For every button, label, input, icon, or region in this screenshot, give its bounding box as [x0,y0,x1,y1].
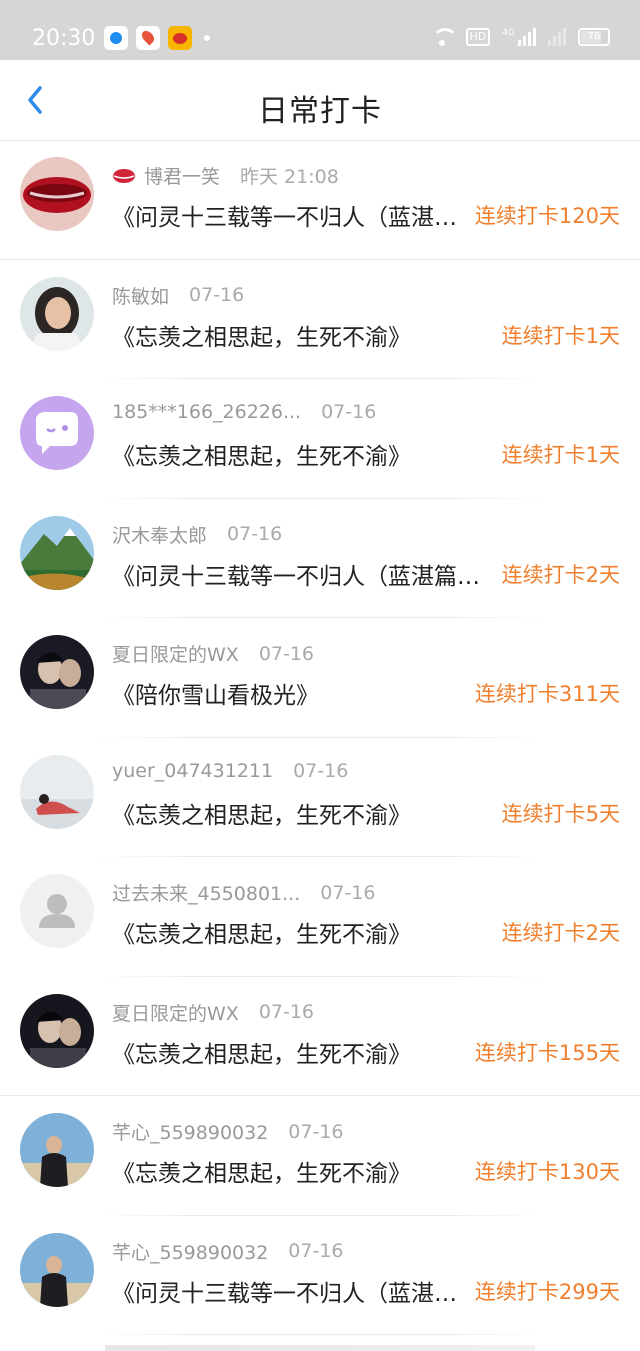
default-avatar-icon [20,874,94,948]
streak-count: 连续打卡120天 [474,204,620,228]
book-title[interactable]: 《问灵十三载等一不归人（蓝湛… [112,1274,467,1308]
status-time: 20:30 [32,26,96,51]
checkin-date: 07-16 [321,401,377,423]
list-item[interactable]: 博君一笑 昨天 21:08 《问灵十三载等一不归人（蓝湛… 连续打卡120天 [0,140,640,260]
streak-count: 连续打卡5天 [501,801,620,826]
checkin-date: 07-16 [227,523,283,545]
avatar[interactable] [20,635,94,709]
status-notification-icons [104,26,210,50]
app-notification-icon [104,26,128,50]
streak-count: 连续打卡130天 [474,1160,620,1184]
username[interactable]: 沢木奉太郎 [112,521,207,548]
username[interactable]: 夏日限定的WX [112,640,239,667]
list-item[interactable]: yuer_047431211 07-16 《忘羡之相思起，生死不渝》 连续打卡5… [0,738,640,857]
checkin-date: 07-16 [258,642,315,665]
checkin-date: 07-16 [258,1001,315,1023]
wifi-icon [430,28,458,46]
checkin-date: 07-16 [288,1120,344,1143]
avatar[interactable] [20,515,94,590]
checkin-date: 07-16 [288,1240,344,1262]
signal-2-icon [548,28,566,46]
bottom-scroll-edge [105,1345,535,1351]
name-line: 陈敏如 07-16 [112,282,244,309]
avatar[interactable] [20,874,94,948]
book-title[interactable]: 《问灵十三载等一不归人（蓝湛篇… [112,557,492,591]
signal-icon: 4G [502,28,536,46]
list-item[interactable]: 芊心_559890032 07-16 《忘羡之相思起，生死不渝》 连续打卡130… [0,1096,640,1216]
lips-icon [113,168,135,183]
name-line: 芊心_559890032 07-16 [112,1238,344,1265]
book-title[interactable]: 《陪你雪山看极光》 [112,676,452,710]
username[interactable]: yuer_047431211 [112,760,273,782]
streak-count: 连续打卡311天 [474,682,620,706]
book-title[interactable]: 《忘羡之相思起，生死不渝》 [112,318,472,352]
list-item[interactable]: 陈敏如 07-16 《忘羡之相思起，生死不渝》 连续打卡1天 [0,260,640,379]
battery-level: 76 [587,31,601,42]
username[interactable]: 芊心_559890032 [112,1238,268,1265]
book-title[interactable]: 《忘羡之相思起，生死不渝》 [112,1154,452,1188]
streak-count: 连续打卡1天 [501,323,620,348]
name-line: 博君一笑 昨天 21:08 [112,162,339,189]
streak-count: 连续打卡2天 [501,562,620,587]
map-app-icon [136,26,160,50]
more-notifications-dot [204,35,210,41]
list-item[interactable]: 过去未来_4550801... 07-16 《忘羡之相思起，生死不渝》 连续打卡… [0,857,640,977]
username[interactable]: 博君一笑 [144,162,220,189]
weibo-icon [168,26,192,50]
checkin-date: 07-16 [320,881,376,904]
username[interactable]: 夏日限定的WX [112,999,239,1026]
checkin-date: 07-16 [293,759,349,782]
avatar[interactable] [20,276,94,351]
avatar[interactable] [20,396,94,470]
avatar[interactable] [20,1232,94,1307]
status-bar: 20:30 HD 4G 76 [0,0,640,60]
streak-count: 连续打卡299天 [474,1279,620,1304]
avatar[interactable] [20,1113,94,1187]
name-line: 芊心_559890032 07-16 [112,1118,344,1145]
name-line: 过去未来_4550801... 07-16 [112,879,375,906]
username[interactable]: 185***166_26226... [112,401,301,423]
book-title[interactable]: 《忘羡之相思起，生死不渝》 [112,796,472,830]
book-title[interactable]: 《问灵十三载等一不归人（蓝湛… [112,198,472,232]
header: 日常打卡 [0,60,640,140]
list-item[interactable]: 夏日限定的WX 07-16 《忘羡之相思起，生死不渝》 连续打卡155天 [0,977,640,1096]
name-line: 185***166_26226... 07-16 [112,401,376,423]
checkin-date: 昨天 21:08 [240,166,339,188]
name-line: 夏日限定的WX 07-16 [112,999,314,1026]
list-item[interactable]: 沢木奉太郎 07-16 《问灵十三载等一不归人（蓝湛篇… 连续打卡2天 [0,499,640,618]
streak-count: 连续打卡1天 [501,443,620,467]
checkin-list: 博君一笑 昨天 21:08 《问灵十三载等一不归人（蓝湛… 连续打卡120天 陈… [0,140,640,1335]
username[interactable]: 过去未来_4550801... [112,879,300,906]
battery-icon: 76 [578,28,610,46]
book-title[interactable]: 《忘羡之相思起，生死不渝》 [112,1035,452,1069]
checkin-date: 07-16 [189,284,245,306]
avatar[interactable] [20,157,94,231]
streak-count: 连续打卡155天 [474,1040,620,1065]
username[interactable]: 芊心_559890032 [112,1118,268,1145]
list-item[interactable]: 185***166_26226... 07-16 《忘羡之相思起，生死不渝》 连… [0,379,640,499]
page-title: 日常打卡 [258,94,382,129]
list-item[interactable]: 芊心_559890032 07-16 《问灵十三载等一不归人（蓝湛… 连续打卡2… [0,1216,640,1335]
username[interactable]: 陈敏如 [112,282,169,309]
divider [95,1334,545,1335]
avatar[interactable] [20,754,94,829]
avatar[interactable] [20,993,94,1068]
name-line: yuer_047431211 07-16 [112,760,348,782]
book-title[interactable]: 《忘羡之相思起，生死不渝》 [112,437,472,471]
status-system-icons: HD 4G 76 [430,28,610,46]
name-line: 沢木奉太郎 07-16 [112,521,282,548]
list-item[interactable]: 夏日限定的WX 07-16 《陪你雪山看极光》 连续打卡311天 [0,618,640,738]
streak-count: 连续打卡2天 [501,921,620,945]
name-line: 夏日限定的WX 07-16 [112,640,314,667]
book-title[interactable]: 《忘羡之相思起，生死不渝》 [112,915,472,949]
hd-icon: HD [465,28,491,46]
network-type: 4G [502,28,515,38]
